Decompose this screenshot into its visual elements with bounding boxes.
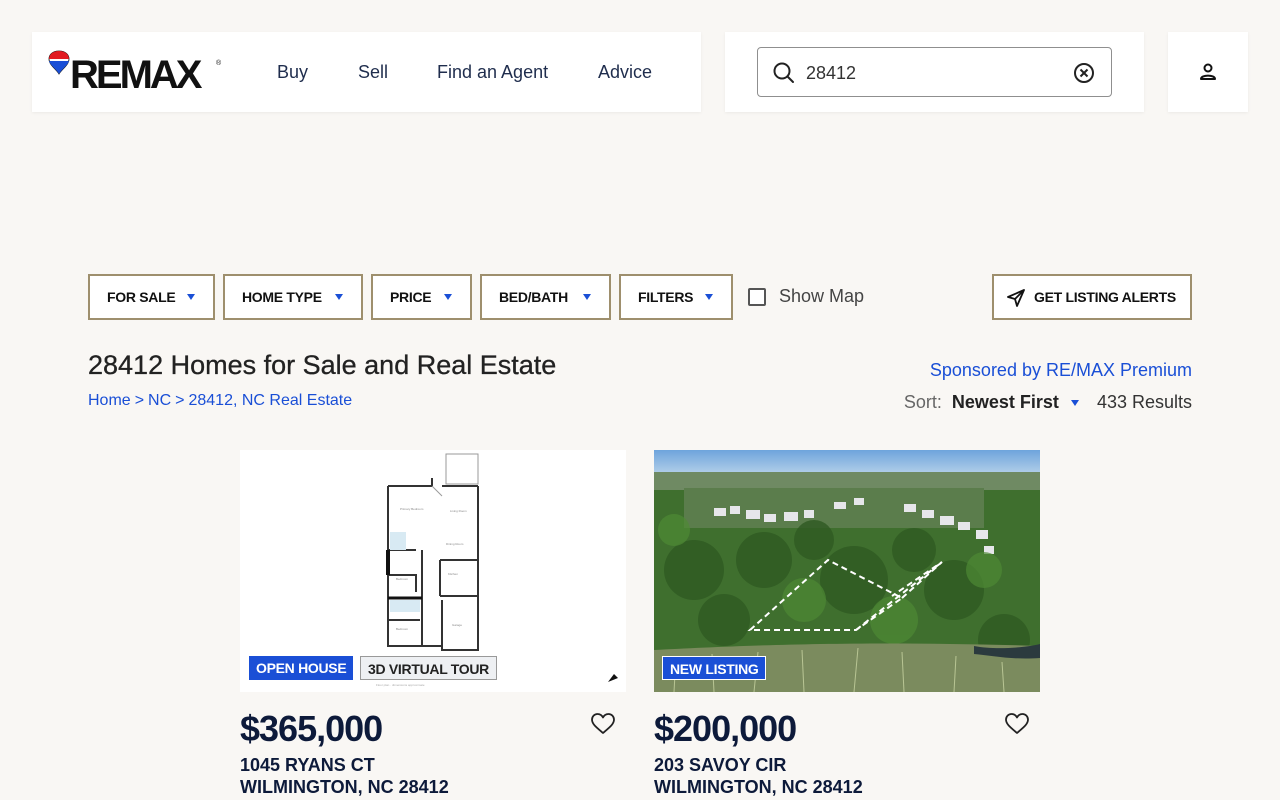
nav-buy[interactable]: Buy [277,61,308,83]
search-icon[interactable] [772,61,796,85]
badge-open-house: OPEN HOUSE [249,656,354,680]
show-map-toggle[interactable]: Show Map [748,286,864,307]
badge-new-listing: NEW LISTING [662,656,767,680]
breadcrumb: Home > NC >28412, NC Real Estate [88,392,352,410]
listing-city: WILMINGTON, NC 28412 [654,777,863,797]
balloon-icon [48,50,70,75]
svg-text:Garage: Garage [452,623,462,627]
svg-text:Bedroom: Bedroom [396,627,409,631]
svg-text:Living Room: Living Room [450,509,467,513]
listing-street[interactable]: 1045 RYANS CT [240,755,375,776]
breadcrumb-zip[interactable]: 28412, NC Real Estate [188,392,352,409]
sort-row: Sort: Newest First 433 Results [904,392,1192,413]
listing-alerts-label: GET LISTING ALERTS [1034,289,1176,305]
send-icon [1007,289,1025,307]
listing-street[interactable]: 203 SAVOY CIR [654,755,786,776]
breadcrumb-home[interactable]: Home [88,392,131,409]
caret-down-icon [335,294,343,300]
svg-text:Dining Room: Dining Room [446,542,464,546]
main-nav: REMAX ® Buy Sell Find an Agent Advice [32,32,701,112]
listing-photo[interactable]: NEW LISTING [654,450,1040,692]
registered-mark: ® [216,60,222,67]
filter-bed-bath-label: BED/BATH [499,289,568,305]
filter-for-sale[interactable]: FOR SALE [88,274,215,320]
clear-search-icon[interactable] [1073,62,1095,84]
caret-down-icon [187,294,195,300]
filter-for-sale-label: FOR SALE [107,289,176,305]
remax-logo[interactable]: REMAX ® [48,50,222,97]
svg-text:Kitchen: Kitchen [448,572,458,576]
svg-text:Primary Bedroom: Primary Bedroom [400,507,424,511]
favorite-heart-icon[interactable] [590,712,616,736]
breadcrumb-state[interactable]: NC [148,392,171,409]
sort-label: Sort: [903,392,942,412]
filter-more[interactable]: FILTERS [619,274,733,320]
account-button[interactable] [1168,32,1248,112]
favorite-heart-icon[interactable] [1004,712,1030,736]
caret-down-icon [583,294,591,300]
show-map-label: Show Map [779,286,865,306]
search-box [757,47,1112,97]
listing-card[interactable]: NEW LISTING $200,000 203 SAVOY CIR WILMI… [654,450,1040,797]
show-map-checkbox[interactable] [748,287,766,306]
search-input[interactable] [806,61,1056,85]
svg-text:Bedroom: Bedroom [396,577,409,581]
filter-bed-bath[interactable]: BED/BATH [480,274,611,320]
search-panel [725,32,1144,112]
logo-wordmark: REMAX [70,53,202,97]
listing-photo[interactable]: Primary Bedroom Living Room Dining Room … [240,450,626,692]
listing-price: $365,000 [240,708,383,749]
caret-down-icon[interactable] [1070,399,1079,406]
nav-advice[interactable]: Advice [598,61,652,83]
nav-find-agent[interactable]: Find an Agent [437,61,548,83]
badge-virtual-tour[interactable]: 3D VIRTUAL TOUR [360,656,497,680]
breadcrumb-separator: > [134,392,145,409]
filter-price-label: PRICE [390,289,432,305]
sort-dropdown[interactable]: Newest First [952,392,1059,413]
breadcrumb-separator: > [175,392,185,409]
listing-card[interactable]: Primary Bedroom Living Room Dining Room … [240,450,626,797]
sponsor-link[interactable]: Sponsored by RE/MAX Premium [930,360,1192,381]
user-icon [1200,63,1216,80]
filter-home-type-label: HOME TYPE [242,289,322,305]
page-title: 28412 Homes for Sale and Real Estate [88,350,557,380]
filter-home-type[interactable]: HOME TYPE [223,274,363,320]
listing-price: $200,000 [654,708,797,749]
filter-more-label: FILTERS [638,289,694,305]
listing-alerts-button[interactable]: GET LISTING ALERTS [992,274,1192,320]
svg-text:Floor plan · dimensions approx: Floor plan · dimensions approximate [376,683,425,687]
caret-down-icon [705,294,713,300]
result-count: 433 Results [1096,392,1192,412]
caret-down-icon [444,294,452,300]
filter-price[interactable]: PRICE [371,274,472,320]
listing-city: WILMINGTON, NC 28412 [240,777,449,797]
nav-sell[interactable]: Sell [358,61,388,83]
